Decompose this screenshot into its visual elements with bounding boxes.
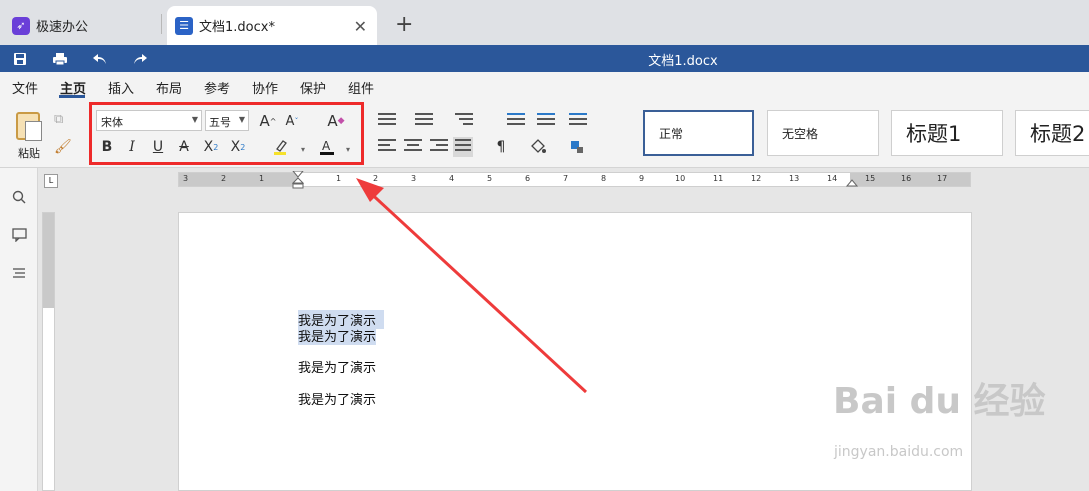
ruler-number: 17 bbox=[937, 174, 948, 183]
tab-document[interactable]: ☰ 文档1.docx* ✕ bbox=[167, 6, 377, 45]
increase-indent-icon[interactable] bbox=[537, 113, 555, 129]
ruler-number: 11 bbox=[713, 174, 724, 183]
document-title: 文档1.docx bbox=[0, 50, 1089, 69]
baidu-watermark: Bai du 经验 bbox=[833, 381, 1046, 422]
style-heading1[interactable]: 标题1 bbox=[891, 110, 1003, 156]
ruler-number: 16 bbox=[901, 174, 912, 183]
paste-icon[interactable] bbox=[16, 112, 42, 141]
rocket-icon: ➶ bbox=[12, 16, 30, 35]
paste-label[interactable]: 粘贴 bbox=[18, 145, 40, 161]
ruler-number: 9 bbox=[639, 174, 645, 183]
close-icon[interactable]: ✕ bbox=[354, 17, 367, 36]
ruler-number: 8 bbox=[601, 174, 607, 183]
ruler-number: 2 bbox=[373, 174, 379, 183]
comment-icon[interactable] bbox=[10, 226, 28, 244]
style-no-spacing-label: 无空格 bbox=[782, 126, 819, 141]
tab-home[interactable]: ➶ 极速办公 bbox=[0, 6, 160, 45]
horizontal-ruler[interactable]: 3 2 1 1 2 3 4 5 6 7 8 9 10 11 12 13 14 1… bbox=[178, 171, 971, 189]
ruler-number: 10 bbox=[675, 174, 686, 183]
menu-file[interactable]: 文件 bbox=[12, 78, 38, 97]
baidu-watermark-url: jingyan.baidu.com bbox=[834, 444, 964, 460]
style-heading1-label: 标题1 bbox=[906, 122, 962, 146]
document-icon: ☰ bbox=[175, 16, 193, 35]
align-left-icon[interactable] bbox=[378, 139, 396, 155]
tab-document-label: 文档1.docx* bbox=[199, 20, 275, 35]
active-tab-indicator bbox=[59, 95, 85, 98]
new-tab-button[interactable]: + bbox=[395, 12, 413, 37]
line-spacing-icon[interactable] bbox=[569, 113, 587, 129]
ruler-number: 5 bbox=[487, 174, 493, 183]
document-line[interactable]: 我是为了演示 bbox=[298, 389, 376, 408]
bullet-list-icon[interactable] bbox=[378, 113, 396, 129]
style-normal[interactable]: 正常 bbox=[643, 110, 754, 156]
left-sidebar bbox=[0, 168, 38, 491]
tab-separator bbox=[161, 14, 162, 34]
indent-marker[interactable] bbox=[292, 171, 304, 189]
menu-plugins[interactable]: 组件 bbox=[348, 78, 374, 97]
ruler-number: 2 bbox=[221, 174, 227, 183]
ruler-top-margin bbox=[43, 213, 54, 308]
menu-protect[interactable]: 保护 bbox=[300, 78, 326, 97]
ruler-number: 15 bbox=[865, 174, 876, 183]
numbered-list-icon[interactable] bbox=[415, 113, 433, 129]
shading-icon[interactable] bbox=[527, 136, 549, 158]
decrease-indent-icon[interactable] bbox=[507, 113, 525, 129]
ruler-number: 3 bbox=[183, 174, 189, 183]
justify-icon[interactable] bbox=[453, 137, 473, 157]
tab-home-label: 极速办公 bbox=[36, 20, 89, 35]
tab-bar: ➶ 极速办公 ☰ 文档1.docx* ✕ + bbox=[0, 0, 1089, 45]
ruler-number: 13 bbox=[789, 174, 800, 183]
multilevel-list-icon[interactable] bbox=[455, 113, 473, 129]
paragraph-mark-icon[interactable]: ¶ bbox=[490, 136, 512, 158]
annotation-highlight-box bbox=[89, 102, 364, 165]
ruler-number: 3 bbox=[411, 174, 417, 183]
style-normal-label: 正常 bbox=[659, 126, 684, 141]
navigation-icon[interactable] bbox=[10, 264, 28, 282]
align-right-icon[interactable] bbox=[430, 139, 448, 155]
menu-insert[interactable]: 插入 bbox=[108, 78, 134, 97]
menu-collaborate[interactable]: 协作 bbox=[252, 78, 278, 97]
document-line[interactable]: 我是为了演示 bbox=[298, 357, 376, 376]
style-no-spacing[interactable]: 无空格 bbox=[767, 110, 879, 156]
ruler-number: 6 bbox=[525, 174, 531, 183]
borders-icon[interactable] bbox=[566, 136, 588, 158]
menu-references[interactable]: 参考 bbox=[204, 78, 230, 97]
ruler-left-margin bbox=[179, 173, 298, 186]
style-heading2[interactable]: 标题2 bbox=[1015, 110, 1089, 156]
title-bar: 文档1.docx bbox=[0, 45, 1089, 72]
menu-layout[interactable]: 布局 bbox=[156, 78, 182, 97]
vertical-ruler[interactable] bbox=[42, 212, 55, 491]
ruler-number: 4 bbox=[449, 174, 455, 183]
ribbon-menu-bar: 文件 主页 插入 布局 参考 协作 保护 组件 bbox=[0, 72, 1089, 100]
style-heading2-label: 标题2 bbox=[1030, 122, 1086, 146]
ruler-number: 7 bbox=[563, 174, 569, 183]
right-indent-marker[interactable] bbox=[846, 177, 858, 187]
document-title-text: 文档1.docx bbox=[648, 54, 718, 69]
search-icon[interactable] bbox=[10, 188, 28, 206]
copy-icon[interactable]: ⧉ bbox=[54, 112, 70, 128]
ruler-number: 1 bbox=[336, 174, 342, 183]
document-line[interactable]: 我是为了演示 bbox=[298, 326, 377, 345]
ruler-number: 1 bbox=[259, 174, 265, 183]
format-painter-icon[interactable]: 🖌 bbox=[54, 139, 72, 155]
align-center-icon[interactable] bbox=[404, 139, 422, 155]
tab-stop-selector[interactable]: L bbox=[44, 174, 58, 188]
ruler-number: 12 bbox=[751, 174, 762, 183]
ruler-number: 14 bbox=[827, 174, 838, 183]
